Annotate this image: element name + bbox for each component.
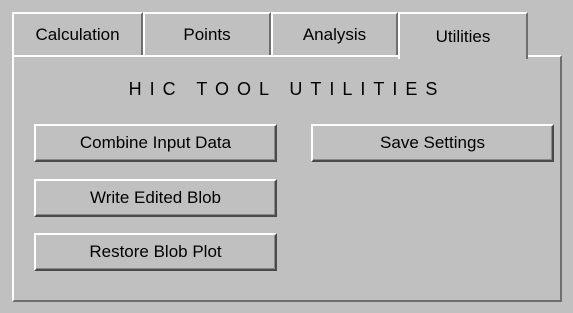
tab-analysis-label: Analysis xyxy=(302,24,367,44)
write-edited-blob-button[interactable]: Write Edited Blob xyxy=(34,179,277,217)
tab-calculation[interactable]: Calculation xyxy=(12,12,143,55)
save-settings-button[interactable]: Save Settings xyxy=(311,124,554,162)
write-edited-blob-label: Write Edited Blob xyxy=(89,188,222,207)
tab-utilities[interactable]: Utilities xyxy=(398,12,528,59)
restore-blob-plot-label: Restore Blob Plot xyxy=(89,242,222,261)
tab-points-label: Points xyxy=(183,24,231,44)
save-settings-label: Save Settings xyxy=(380,133,485,152)
tab-utilities-label: Utilities xyxy=(435,26,491,46)
restore-blob-plot-button[interactable]: Restore Blob Plot xyxy=(34,233,277,271)
combine-input-data-label: Combine Input Data xyxy=(79,133,232,152)
tab-points[interactable]: Points xyxy=(143,12,271,55)
combine-input-data-button[interactable]: Combine Input Data xyxy=(34,124,277,162)
utilities-panel: HIC TOOL UTILITIES Combine Input Data Sa… xyxy=(12,55,562,302)
panel-title: HIC TOOL UTILITIES xyxy=(128,79,446,99)
tab-analysis[interactable]: Analysis xyxy=(271,12,398,55)
tab-calculation-label: Calculation xyxy=(35,24,120,44)
hic-tool-window: Calculation Points Analysis Utilities HI… xyxy=(0,0,573,313)
